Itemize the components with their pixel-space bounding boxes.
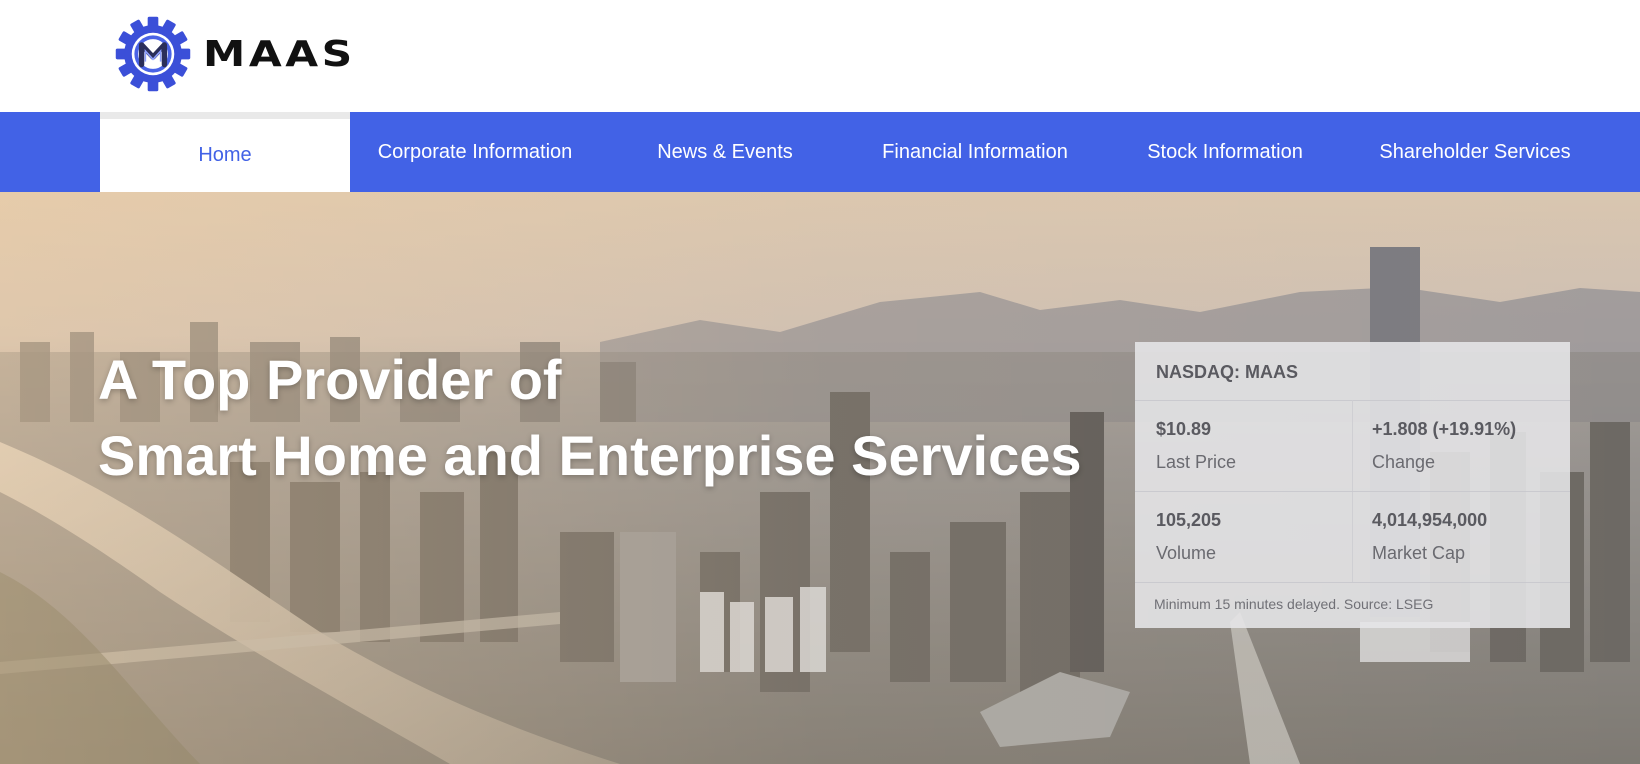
nav-item-news-events[interactable]: News & Events	[600, 112, 850, 192]
nav-item-home[interactable]: Home	[100, 112, 350, 192]
last-price-label: Last Price	[1156, 452, 1237, 472]
volume-cell: 105,205 Volume	[1156, 508, 1356, 565]
hero-headline-line-2: Smart Home and Enterprise Services	[98, 424, 1082, 487]
change-label: Change	[1372, 452, 1436, 472]
market-cap-value: 4,014,954,000	[1372, 510, 1488, 530]
hero-banner: A Top Provider of Smart Home and Enterpr…	[0, 192, 1640, 764]
brand-logo[interactable]: MAAS	[115, 16, 352, 92]
hero-headline: A Top Provider of Smart Home and Enterpr…	[98, 342, 1082, 494]
quote-divider	[1135, 582, 1570, 583]
change-value: +1.808 (+19.91%)	[1372, 419, 1517, 439]
change-cell: +1.808 (+19.91%) Change	[1372, 417, 1572, 474]
brand-name: MAAS	[203, 33, 356, 75]
quote-divider	[1135, 491, 1570, 492]
site-header: MAAS	[0, 0, 1640, 112]
stock-ticker: NASDAQ: MAAS	[1156, 362, 1298, 382]
market-cap-label: Market Cap	[1372, 543, 1466, 563]
market-cap-cell: 4,014,954,000 Market Cap	[1372, 508, 1572, 565]
volume-value: 105,205	[1156, 510, 1222, 530]
last-price-cell: $10.89 Last Price	[1156, 417, 1356, 474]
gear-m-logo-icon	[115, 16, 191, 92]
nav-item-financial-information[interactable]: Financial Information	[850, 112, 1100, 192]
last-price-value: $10.89	[1156, 419, 1212, 439]
delay-disclaimer: Minimum 15 minutes delayed. Source: LSEG	[1154, 596, 1434, 612]
volume-label: Volume	[1156, 543, 1217, 563]
hero-headline-line-1: A Top Provider of	[98, 348, 562, 411]
stock-quote-card: NASDAQ: MAAS $10.89 Last Price +1.808 (+…	[1135, 342, 1570, 628]
nav-item-shareholder-services[interactable]: Shareholder Services	[1350, 112, 1600, 192]
nav-item-corporate-information[interactable]: Corporate Information	[350, 112, 600, 192]
nav-item-stock-information[interactable]: Stock Information	[1100, 112, 1350, 192]
main-navigation: Home Corporate Information News & Events…	[0, 112, 1640, 192]
